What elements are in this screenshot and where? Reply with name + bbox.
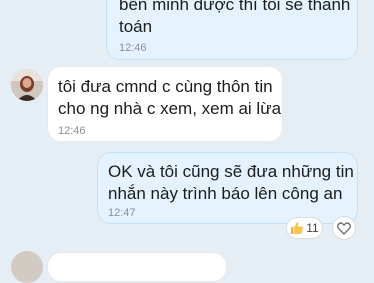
- thumbs-up-icon: [290, 221, 304, 235]
- message-bubble-outgoing[interactable]: bên minh được thì tôi sẽ thanh toán 12:4…: [106, 0, 358, 60]
- reaction-count: 11: [306, 221, 319, 235]
- heart-outline-icon: [337, 221, 351, 235]
- avatar[interactable]: [11, 69, 43, 101]
- message-bubble-outgoing[interactable]: OK và tôi cũng sẽ đưa những tin nhắn này…: [97, 152, 358, 224]
- message-timestamp: 12:47: [108, 207, 136, 219]
- message-timestamp: 12:46: [58, 125, 86, 137]
- add-reaction-button[interactable]: [332, 216, 356, 240]
- avatar-photo: [11, 69, 43, 101]
- message-text: tôi đưa cmnd c cùng thôn tin cho ng nhà …: [58, 77, 282, 118]
- message-text: OK và tôi cũng sẽ đưa những tin nhắn này…: [108, 162, 354, 203]
- message-text: bên minh được thì tôi sẽ thanh toán: [119, 0, 351, 36]
- avatar[interactable]: [11, 251, 43, 283]
- message-timestamp: 12:46: [119, 42, 147, 54]
- reaction-count-badge[interactable]: 11: [286, 217, 323, 239]
- message-bubble-incoming[interactable]: tôi đưa cmnd c cùng thôn tin cho ng nhà …: [47, 66, 283, 142]
